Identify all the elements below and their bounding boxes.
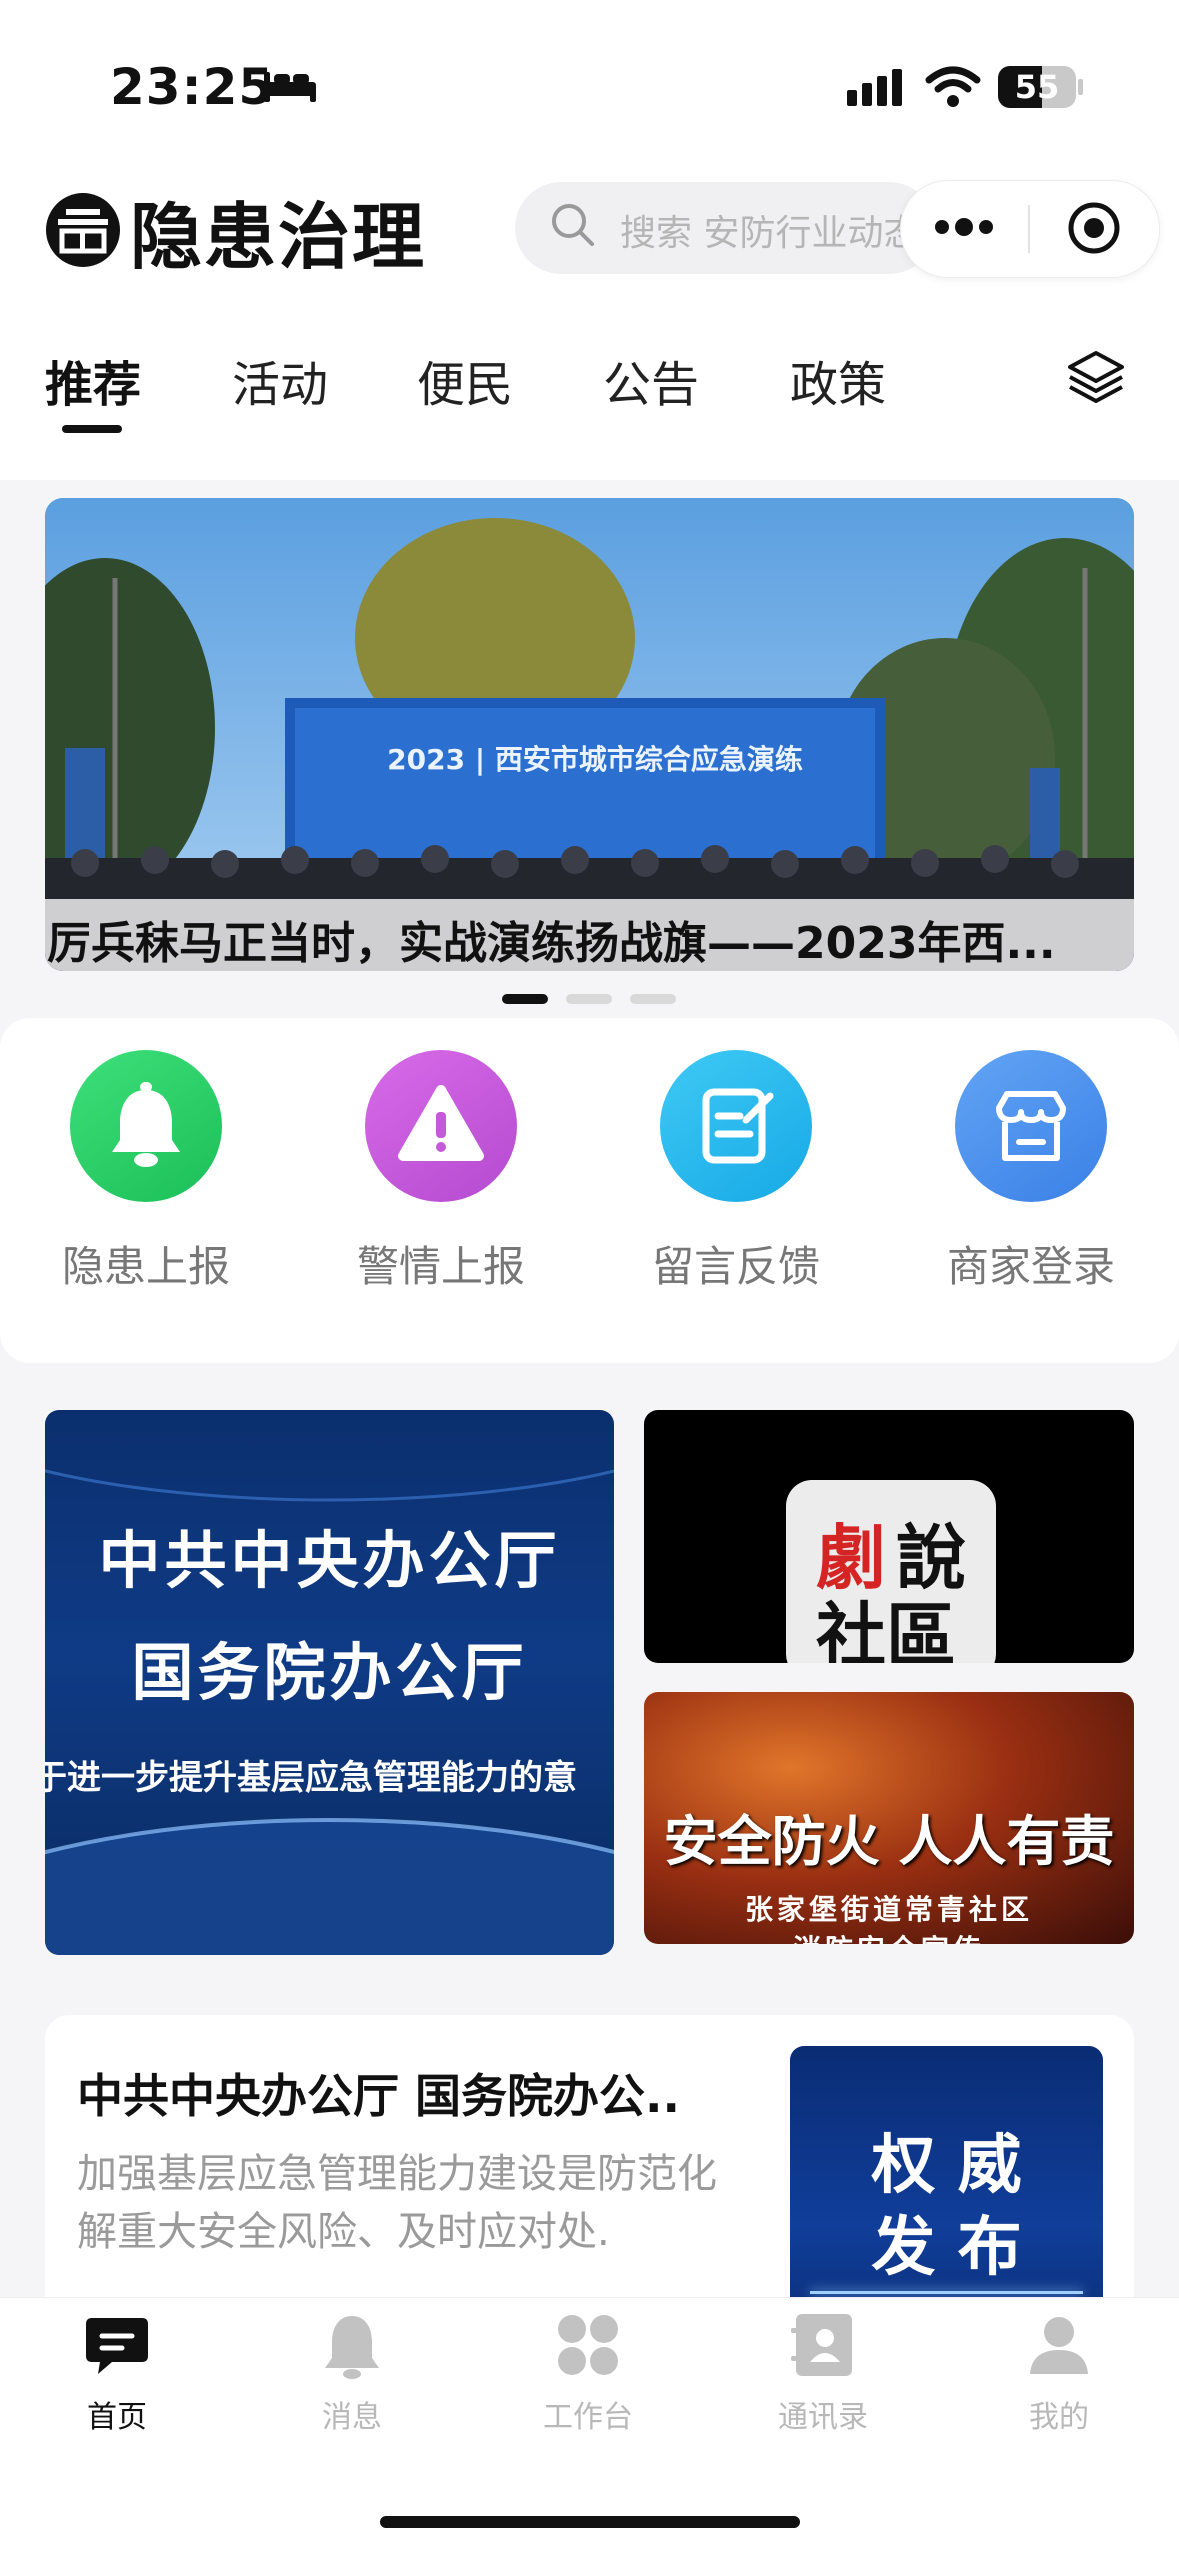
tab-convenience[interactable]: 便民 [417,345,513,415]
tab-activity[interactable]: 活动 [232,345,328,415]
tab-active-indicator [62,425,122,433]
thumb-line1: 权 威 [871,2129,1022,2203]
battery-cap [1078,79,1083,95]
bell-icon [112,1082,180,1167]
tab-announcement[interactable]: 公告 [603,345,699,415]
chat-icon [86,2318,148,2374]
banner-sign-text: 2023 | 西安市城市综合应急演练 [387,743,803,776]
feedback-label: 留言反馈 [651,1242,820,1291]
tile-main-line1: 中共中央办公厅 [98,1524,561,1597]
status-time: 23:25 [110,58,275,116]
edit-icon [702,1088,774,1164]
sleep-mode-icon [264,72,316,102]
grid-icon [558,2315,618,2375]
nav-contacts[interactable]: 通讯录 [743,2310,903,2436]
drama-logo: 劇 說 社區 [786,1480,996,1663]
tab-policy[interactable]: 政策 [790,345,886,415]
carousel-dot [566,994,612,1004]
hazard-report-button[interactable] [70,1050,222,1202]
merchant-login-label: 商家登录 [946,1242,1115,1291]
news-tile-main[interactable]: 中共中央办公厅 国务院办公厅 于进一步提升基层应急管理能力的意 [45,1410,614,1955]
nav-workbench-label: 工作台 [543,2400,633,2435]
battery-level: 55 [1014,68,1060,106]
nav-workbench[interactable]: 工作台 [508,2310,668,2436]
banner-caption: 厉兵秣马正当时，实战演练扬战旗——2023年西... [47,918,1056,969]
signal-icon [847,69,902,106]
alarm-report-label: 警情上报 [356,1242,525,1291]
wifi-icon [925,66,981,107]
layers-icon[interactable] [1066,347,1126,407]
banner-carousel[interactable]: 2023 | 西安市城市综合应急演练 厉兵秣马正当时，实战演练扬战旗——2023… [45,498,1134,971]
close-program-icon[interactable] [1066,200,1122,256]
bell-icon [325,2316,379,2379]
tile-main-line3: 于进一步提升基层应急管理能力的意 [45,1758,577,1798]
tile-fire-line3: 消防安全宣传 [644,1928,1134,1944]
search-icon [552,204,594,246]
nav-profile[interactable]: 我的 [979,2310,1139,2436]
tile-main-line2: 国务院办公厅 [131,1636,528,1709]
nav-profile-label: 我的 [1029,2400,1089,2435]
carousel-dot-active [502,994,548,1004]
news-tile-video[interactable]: 劇 說 社區 [644,1410,1134,1663]
warning-icon [398,1085,484,1161]
article-summary: 加强基层应急管理能力建设是防范化解重大安全风险、及时应对处. [77,2151,717,2255]
nav-messages[interactable]: 消息 [272,2310,432,2436]
tile-fire-line2: 张家堡街道常青社区 [744,1893,1033,1926]
home-indicator [380,2516,800,2528]
user-icon [1030,2317,1088,2374]
news-tile-fire[interactable]: 安全防火 人人有责 张家堡街道常青社区 消防安全宣传 [644,1692,1134,1944]
capsule-divider [1028,205,1030,253]
more-icon[interactable] [932,212,996,242]
store-icon [996,1091,1066,1161]
nav-home-label: 首页 [87,2400,147,2435]
merchant-login-button[interactable] [955,1050,1107,1202]
nav-messages-label: 消息 [322,2400,382,2435]
article-title[interactable]: 中共中央办公厅 国务院办公.. [77,2060,717,2126]
thumb-glow-line [810,2291,1083,2294]
nav-contacts-label: 通讯录 [778,2400,868,2435]
thumb-line2: 发 布 [871,2211,1022,2285]
hazard-report-label: 隐患上报 [61,1242,230,1291]
contacts-icon [791,2314,852,2376]
feedback-button[interactable] [660,1050,812,1202]
nav-home[interactable]: 首页 [37,2310,197,2436]
tab-recommend[interactable]: 推荐 [45,345,141,415]
search-input[interactable]: 搜索 安防行业动态 [620,204,910,256]
app-logo-icon [46,193,120,267]
drama-logo-char3: 社區 [816,1595,956,1663]
app-title: 隐患治理 [130,195,427,279]
carousel-dot [630,994,676,1004]
alarm-report-button[interactable] [365,1050,517,1202]
tile-fire-line1: 安全防火 人人有责 [663,1809,1115,1873]
banner-caption-bar: 厉兵秣马正当时，实战演练扬战旗——2023年西... [45,899,1134,971]
battery-icon: 55 [998,66,1076,108]
